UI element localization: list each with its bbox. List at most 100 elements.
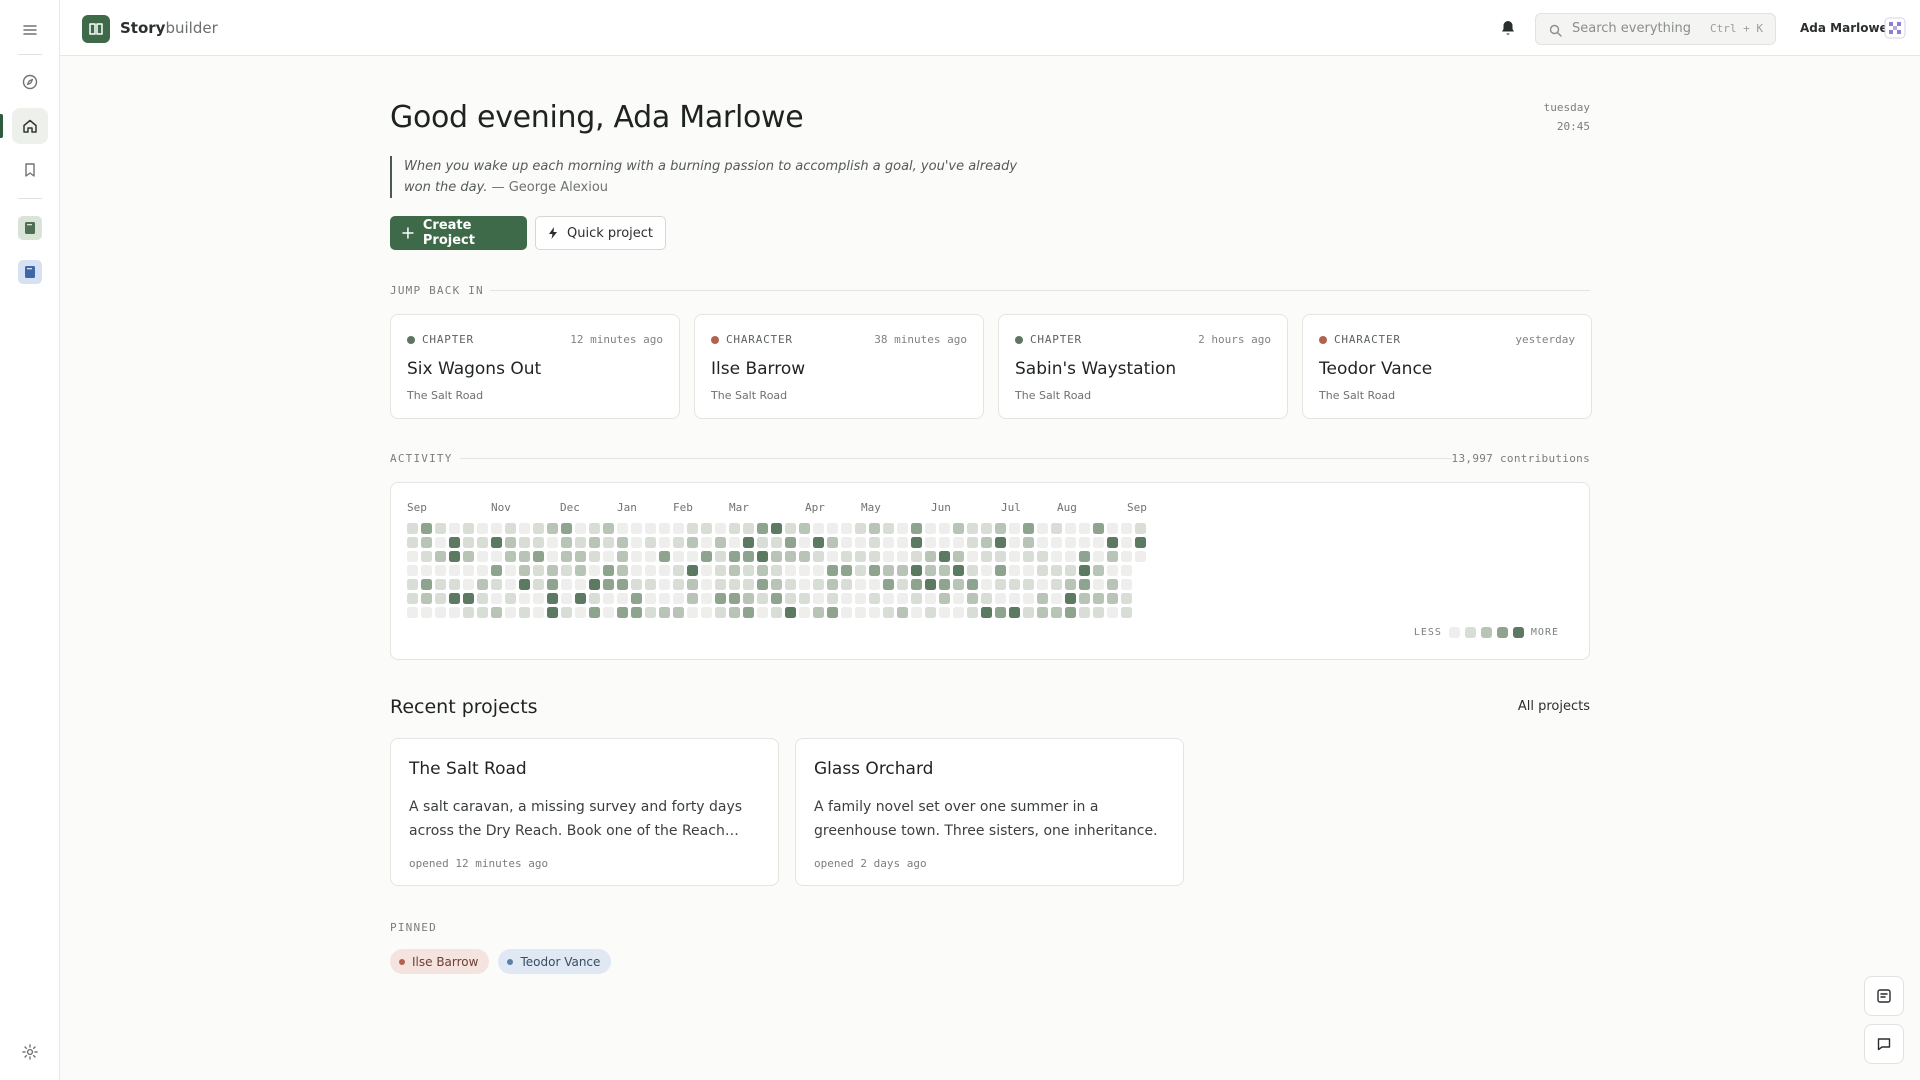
heatmap-cell <box>589 551 600 562</box>
bookmark-icon[interactable] <box>12 152 48 188</box>
heatmap-cell <box>1023 607 1034 618</box>
heatmap-cell <box>631 565 642 576</box>
type-dot <box>711 336 719 344</box>
heatmap-cell <box>1093 523 1104 534</box>
heatmap-cell <box>771 523 782 534</box>
heatmap-cell <box>603 565 614 576</box>
heatmap-cell <box>603 607 614 618</box>
book-green-icon[interactable] <box>12 210 48 246</box>
heatmap-cell <box>687 565 698 576</box>
pinned-item[interactable]: Ilse Barrow <box>390 949 490 974</box>
gear-icon[interactable] <box>12 1034 48 1070</box>
heatmap-cell <box>967 579 978 590</box>
heatmap-cell <box>575 579 586 590</box>
heatmap-grid <box>407 523 1146 618</box>
heatmap-cell <box>827 551 838 562</box>
heatmap-cell <box>757 607 768 618</box>
heatmap-cell <box>1079 537 1090 548</box>
compass-icon[interactable] <box>12 64 48 100</box>
menu-icon[interactable] <box>12 12 48 48</box>
heatmap-cell <box>925 565 936 576</box>
month-label: Jul <box>1001 501 1021 514</box>
search-input[interactable]: Search everything Ctrl + K <box>1535 13 1776 45</box>
heatmap-cell <box>785 523 796 534</box>
legend-more: MORE <box>1530 627 1559 638</box>
all-projects-link[interactable]: All projects <box>1518 699 1590 714</box>
heatmap-cell <box>575 523 586 534</box>
create-project-button[interactable]: Create Project <box>390 216 527 250</box>
item-project: The Salt Road <box>407 389 484 402</box>
heatmap-cell <box>505 579 516 590</box>
pin-dot <box>399 958 405 965</box>
chat-icon[interactable] <box>1864 1024 1904 1064</box>
quick-project-button[interactable]: Quick project <box>535 216 666 250</box>
project-card[interactable]: The Salt Road A salt caravan, a missing … <box>390 738 779 886</box>
recent-item-card[interactable]: CHARACTER yesterday Teodor Vance The Salt R… <box>1302 314 1592 419</box>
heatmap-cell <box>547 565 558 576</box>
heatmap-cell <box>1121 579 1132 590</box>
recent-item-card[interactable]: CHARACTER 38 minutes ago Ilse Barrow The Sa… <box>694 314 984 419</box>
heatmap-cell <box>729 565 740 576</box>
heatmap-cell <box>785 607 796 618</box>
heatmap-cell <box>1051 537 1062 548</box>
heatmap-cell <box>1051 565 1062 576</box>
notes-icon[interactable] <box>1864 976 1904 1016</box>
heatmap-cell <box>1107 551 1118 562</box>
plus-icon <box>402 227 414 239</box>
heatmap-cell <box>911 607 922 618</box>
heatmap-cell <box>491 551 502 562</box>
pinned-item[interactable]: Teodor Vance <box>498 949 612 974</box>
heatmap-cell <box>659 579 670 590</box>
logo-icon[interactable] <box>82 15 110 43</box>
item-title: Six Wagons Out <box>407 359 542 379</box>
heatmap-cell <box>771 565 782 576</box>
heatmap-cell <box>1121 607 1132 618</box>
heatmap-cell <box>505 523 516 534</box>
heatmap-cell <box>883 523 894 534</box>
heatmap-cell <box>715 579 726 590</box>
book-blue-icon[interactable] <box>12 254 48 290</box>
heatmap-cell <box>897 551 908 562</box>
heatmap-cell <box>729 551 740 562</box>
heatmap-cell <box>589 607 600 618</box>
heatmap-cell <box>855 523 866 534</box>
type-dot <box>407 336 415 344</box>
heatmap-cell <box>1121 593 1132 604</box>
heatmap-cell <box>1023 537 1034 548</box>
pinned-list: Ilse Barrow Teodor Vance <box>390 949 612 974</box>
heatmap-cell <box>463 551 474 562</box>
heatmap-cell <box>869 579 880 590</box>
recent-item-card[interactable]: CHAPTER 2 hours ago Sabin's Waystation The … <box>998 314 1288 419</box>
heatmap-cell <box>1051 523 1062 534</box>
heatmap-cell <box>841 579 852 590</box>
home-icon[interactable] <box>12 108 48 144</box>
heatmap-cell <box>603 523 614 534</box>
brand-light: builder <box>165 19 218 37</box>
heatmap-cell <box>925 551 936 562</box>
heatmap-cell <box>1093 537 1104 548</box>
recent-item-card[interactable]: CHAPTER 12 minutes ago Six Wagons Out The S… <box>390 314 680 419</box>
user-name[interactable]: Ada Marlowe <box>1800 21 1888 35</box>
heatmap-cell <box>897 523 908 534</box>
heatmap-cell <box>729 523 740 534</box>
pin-label: Teodor Vance <box>520 954 601 969</box>
heatmap-cell <box>981 565 992 576</box>
brand-name[interactable]: Storybuilder <box>120 19 218 37</box>
heatmap-cell <box>435 537 446 548</box>
heatmap-cell <box>603 537 614 548</box>
bell-icon[interactable] <box>1496 16 1520 40</box>
heatmap-cell <box>659 565 670 576</box>
project-card[interactable]: Glass Orchard A family novel set over on… <box>795 738 1184 886</box>
heatmap-cell <box>477 607 488 618</box>
heatmap-cell <box>1051 593 1062 604</box>
heatmap-cell <box>463 607 474 618</box>
heatmap-cell <box>477 565 488 576</box>
heatmap-cell <box>477 579 488 590</box>
avatar[interactable] <box>1884 17 1906 39</box>
heatmap-cell <box>869 607 880 618</box>
heatmap-cell <box>407 579 418 590</box>
heatmap-cell <box>1037 593 1048 604</box>
heatmap-cell <box>953 579 964 590</box>
heatmap-cell <box>421 579 432 590</box>
sidebar <box>0 0 60 1080</box>
